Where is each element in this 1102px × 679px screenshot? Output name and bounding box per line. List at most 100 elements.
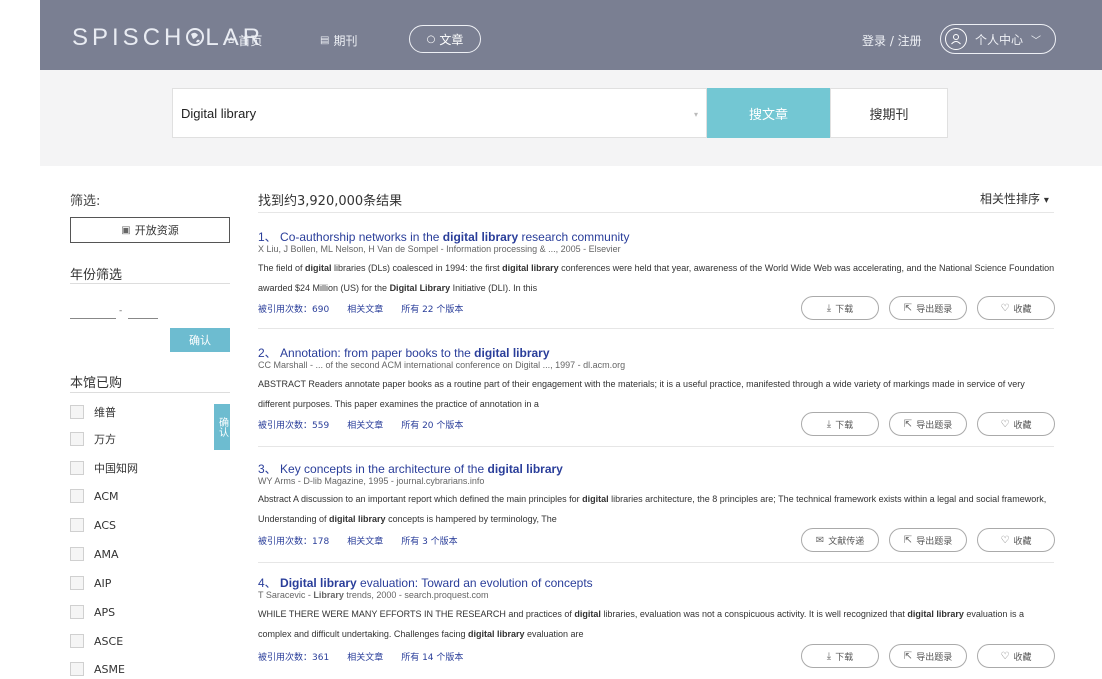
favorite-button[interactable]: ♡ 收藏 [977, 528, 1055, 552]
divider [258, 212, 1054, 213]
favorite-button[interactable]: ♡ 收藏 [977, 296, 1055, 320]
related-articles-link[interactable]: 相关文章 [347, 302, 383, 315]
cited-count-link[interactable]: 被引用次数：361 [258, 650, 329, 663]
export-icon: ⇱ [903, 650, 913, 662]
library-item[interactable]: 万方 [70, 431, 116, 447]
versions-link[interactable]: 所有 3 个版本 [401, 534, 457, 547]
library-confirm-button[interactable]: 确认 [214, 404, 230, 450]
library-item[interactable]: 维普 [70, 404, 116, 420]
result-title[interactable]: 2、 Annotation: from paper books to the d… [258, 344, 550, 361]
cited-count-link[interactable]: 被引用次数：690 [258, 302, 329, 315]
library-item[interactable]: ASCE [70, 634, 123, 648]
export-citation-button[interactable]: ⇱ 导出题录 [889, 296, 967, 320]
checkbox[interactable] [70, 605, 84, 619]
result-meta: 被引用次数：690 相关文章 所有 22 个版本 [258, 302, 463, 315]
resource-icon: ▣ [121, 224, 131, 236]
checkbox[interactable] [70, 662, 84, 676]
search-article-button[interactable]: 搜文章 [707, 88, 830, 138]
divider [258, 328, 1054, 329]
download-button[interactable]: ⤓ 下载 [801, 296, 879, 320]
journal-icon: ▤ [320, 35, 330, 46]
heart-icon: ♡ [1000, 418, 1010, 430]
related-articles-link[interactable]: 相关文章 [347, 418, 383, 431]
result-title[interactable]: 4、 Digital library evaluation: Toward an… [258, 574, 593, 591]
document-delivery-icon: ✉ [815, 534, 825, 546]
library-item[interactable]: AIP [70, 576, 111, 590]
download-icon: ⤓ [826, 302, 832, 314]
versions-link[interactable]: 所有 20 个版本 [401, 418, 463, 431]
cited-count-link[interactable]: 被引用次数：559 [258, 418, 329, 431]
document-delivery-button[interactable]: ✉ 文献传递 [801, 528, 879, 552]
export-icon: ⇱ [903, 302, 913, 314]
export-icon: ⇱ [903, 534, 913, 546]
versions-link[interactable]: 所有 22 个版本 [401, 302, 463, 315]
user-avatar-icon [945, 28, 967, 50]
search-journal-button[interactable]: 搜期刊 [830, 88, 948, 138]
library-item[interactable]: ASME [70, 662, 125, 676]
year-to-input[interactable] [128, 318, 158, 319]
heart-icon: ♡ [1000, 650, 1010, 662]
favorite-button[interactable]: ♡ 收藏 [977, 644, 1055, 668]
checkbox[interactable] [70, 489, 84, 503]
export-icon: ⇱ [903, 418, 913, 430]
related-articles-link[interactable]: 相关文章 [347, 534, 383, 547]
result-authors: WY Arms - D-lib Magazine, 1995 - journal… [258, 476, 485, 486]
download-button[interactable]: ⤓ 下载 [801, 412, 879, 436]
export-citation-button[interactable]: ⇱ 导出题录 [889, 528, 967, 552]
export-citation-button[interactable]: ⇱ 导出题录 [889, 644, 967, 668]
library-item[interactable]: APS [70, 605, 115, 619]
nav-home[interactable]: ⌂ 首页 [228, 32, 262, 49]
checkbox[interactable] [70, 634, 84, 648]
year-filter-title: 年份筛选 [70, 268, 123, 283]
top-navbar: SPISCH LAR ⌂ 首页 ▤ 期刊 ○ 文章 登录 / 注册 个人中心 ﹀ [40, 0, 1102, 70]
result-title[interactable]: 1、 Co-authorship networks in the digital… [258, 228, 630, 245]
divider [70, 283, 230, 284]
related-articles-link[interactable]: 相关文章 [347, 650, 383, 663]
download-icon: ⤓ [826, 418, 832, 430]
divider [258, 562, 1054, 563]
result-authors: CC Marshall - ... of the second ACM inte… [258, 360, 626, 370]
versions-link[interactable]: 所有 14 个版本 [401, 650, 463, 663]
checkbox[interactable] [70, 547, 84, 561]
filter-title: 筛选: [70, 194, 101, 209]
checkbox[interactable] [70, 518, 84, 532]
checkbox[interactable] [70, 461, 84, 475]
search-input[interactable]: Digital library ▾ [172, 88, 707, 138]
sort-dropdown[interactable]: 相关性排序 ▾ [980, 190, 1049, 207]
nav-article-search[interactable]: ○ 文章 [409, 25, 481, 53]
result-meta: 被引用次数：178 相关文章 所有 3 个版本 [258, 534, 458, 547]
library-item[interactable]: ACS [70, 518, 116, 532]
globe-icon [186, 28, 205, 46]
result-title[interactable]: 3、 Key concepts in the architecture of t… [258, 460, 563, 477]
divider [258, 446, 1054, 447]
result-meta: 被引用次数：559 相关文章 所有 20 个版本 [258, 418, 463, 431]
checkbox[interactable] [70, 405, 84, 419]
nav-journal[interactable]: ▤ 期刊 [320, 32, 357, 49]
favorite-button[interactable]: ♡ 收藏 [977, 412, 1055, 436]
chevron-down-icon: ﹀ [1031, 35, 1042, 47]
library-item[interactable]: ACM [70, 489, 119, 503]
login-register-link[interactable]: 登录 / 注册 [862, 32, 922, 49]
dropdown-caret-icon[interactable]: ▾ [694, 110, 698, 119]
result-meta: 被引用次数：361 相关文章 所有 14 个版本 [258, 650, 463, 663]
export-citation-button[interactable]: ⇱ 导出题录 [889, 412, 967, 436]
user-center-button[interactable]: 个人中心 ﹀ [940, 24, 1056, 54]
result-abstract: The field of digital libraries (DLs) coa… [258, 263, 1055, 293]
year-confirm-button[interactable]: 确认 [170, 328, 230, 352]
result-abstract: Abstract A discussion to an important re… [258, 494, 1047, 524]
library-title: 本馆已购 [70, 376, 123, 391]
checkbox[interactable] [70, 432, 84, 446]
caret-down-icon: ▾ [1043, 195, 1049, 206]
library-item[interactable]: AMA [70, 547, 119, 561]
open-resources-button[interactable]: ▣ 开放资源 [70, 217, 230, 243]
download-icon: ⤓ [826, 650, 832, 662]
download-button[interactable]: ⤓ 下载 [801, 644, 879, 668]
library-item[interactable]: 中国知网 [70, 460, 138, 476]
result-count: 找到约3,920,000条结果 [258, 194, 403, 209]
result-abstract: WHILE THERE WERE MANY EFFORTS IN THE RES… [258, 609, 1024, 639]
checkbox[interactable] [70, 576, 84, 590]
year-range-dash: - [119, 306, 123, 316]
year-from-input[interactable] [70, 318, 116, 319]
cited-count-link[interactable]: 被引用次数：178 [258, 534, 329, 547]
heart-icon: ♡ [1000, 534, 1010, 546]
